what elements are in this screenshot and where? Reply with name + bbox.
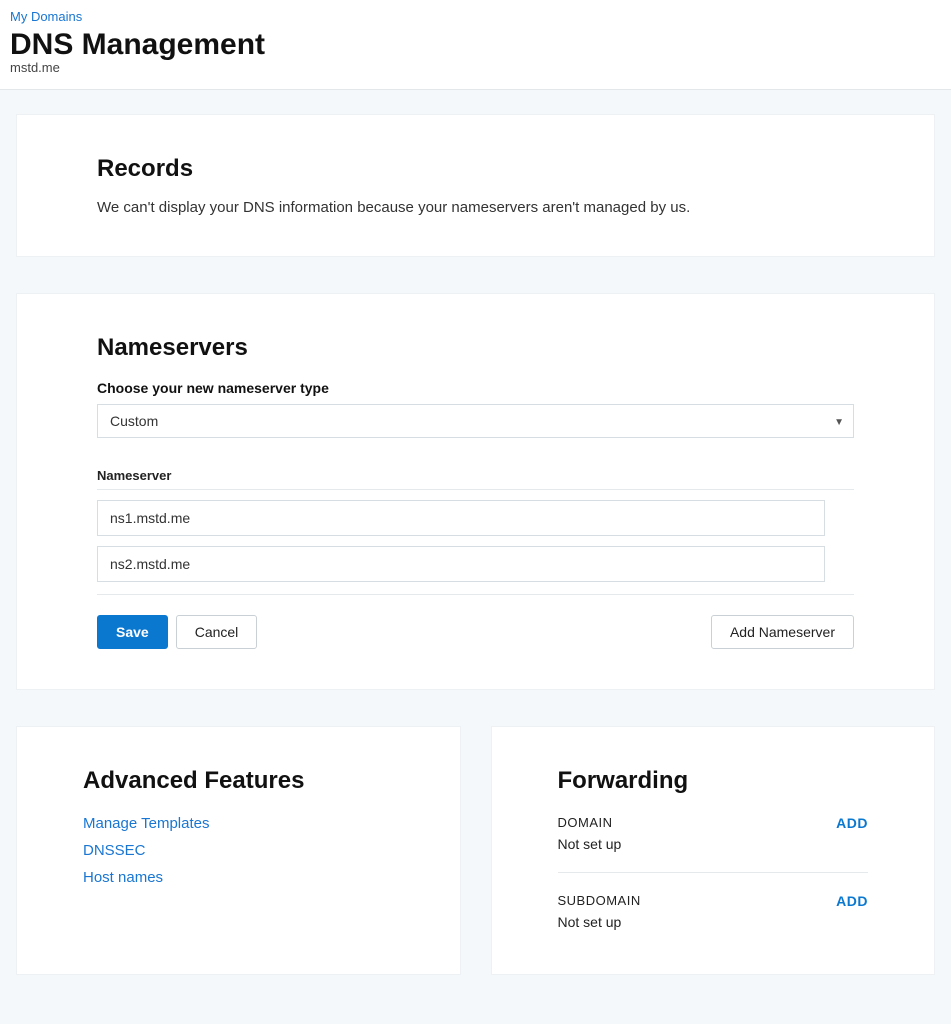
advanced-features-card: Advanced Features Manage Templates DNSSE… [16,726,461,975]
advanced-heading: Advanced Features [83,767,394,795]
add-nameserver-button[interactable]: Add Nameserver [711,615,854,649]
nameserver-input-1[interactable] [97,500,825,536]
forwarding-domain-label: DOMAIN [558,815,622,830]
forwarding-card: Forwarding DOMAIN Not set up ADD SUBDOMA… [491,726,936,975]
nameservers-card: Nameservers Choose your new nameserver t… [16,293,935,690]
forwarding-heading: Forwarding [558,767,869,795]
nameserver-column-header: Nameserver [97,468,854,490]
breadcrumb-my-domains[interactable]: My Domains [10,9,82,24]
link-host-names[interactable]: Host names [83,869,394,886]
forwarding-domain-add-button[interactable]: ADD [836,815,868,831]
records-message: We can't display your DNS information be… [97,199,854,216]
nameservers-heading: Nameservers [97,334,854,362]
domain-name: mstd.me [10,60,941,75]
save-button[interactable]: Save [97,615,168,649]
forwarding-row-subdomain: SUBDOMAIN Not set up ADD [558,893,869,930]
nameserver-type-label: Choose your new nameserver type [97,380,854,396]
forwarding-row-domain: DOMAIN Not set up ADD [558,815,869,873]
forwarding-subdomain-add-button[interactable]: ADD [836,893,868,909]
records-card: Records We can't display your DNS inform… [16,114,935,257]
records-heading: Records [97,155,854,183]
forwarding-subdomain-status: Not set up [558,914,641,930]
link-dnssec[interactable]: DNSSEC [83,842,394,859]
link-manage-templates[interactable]: Manage Templates [83,815,394,832]
forwarding-subdomain-label: SUBDOMAIN [558,893,641,908]
forwarding-domain-status: Not set up [558,836,622,852]
nameserver-type-select[interactable]: Custom [97,404,854,438]
nameserver-input-2[interactable] [97,546,825,582]
page-title: DNS Management [10,28,941,62]
cancel-button[interactable]: Cancel [176,615,258,649]
